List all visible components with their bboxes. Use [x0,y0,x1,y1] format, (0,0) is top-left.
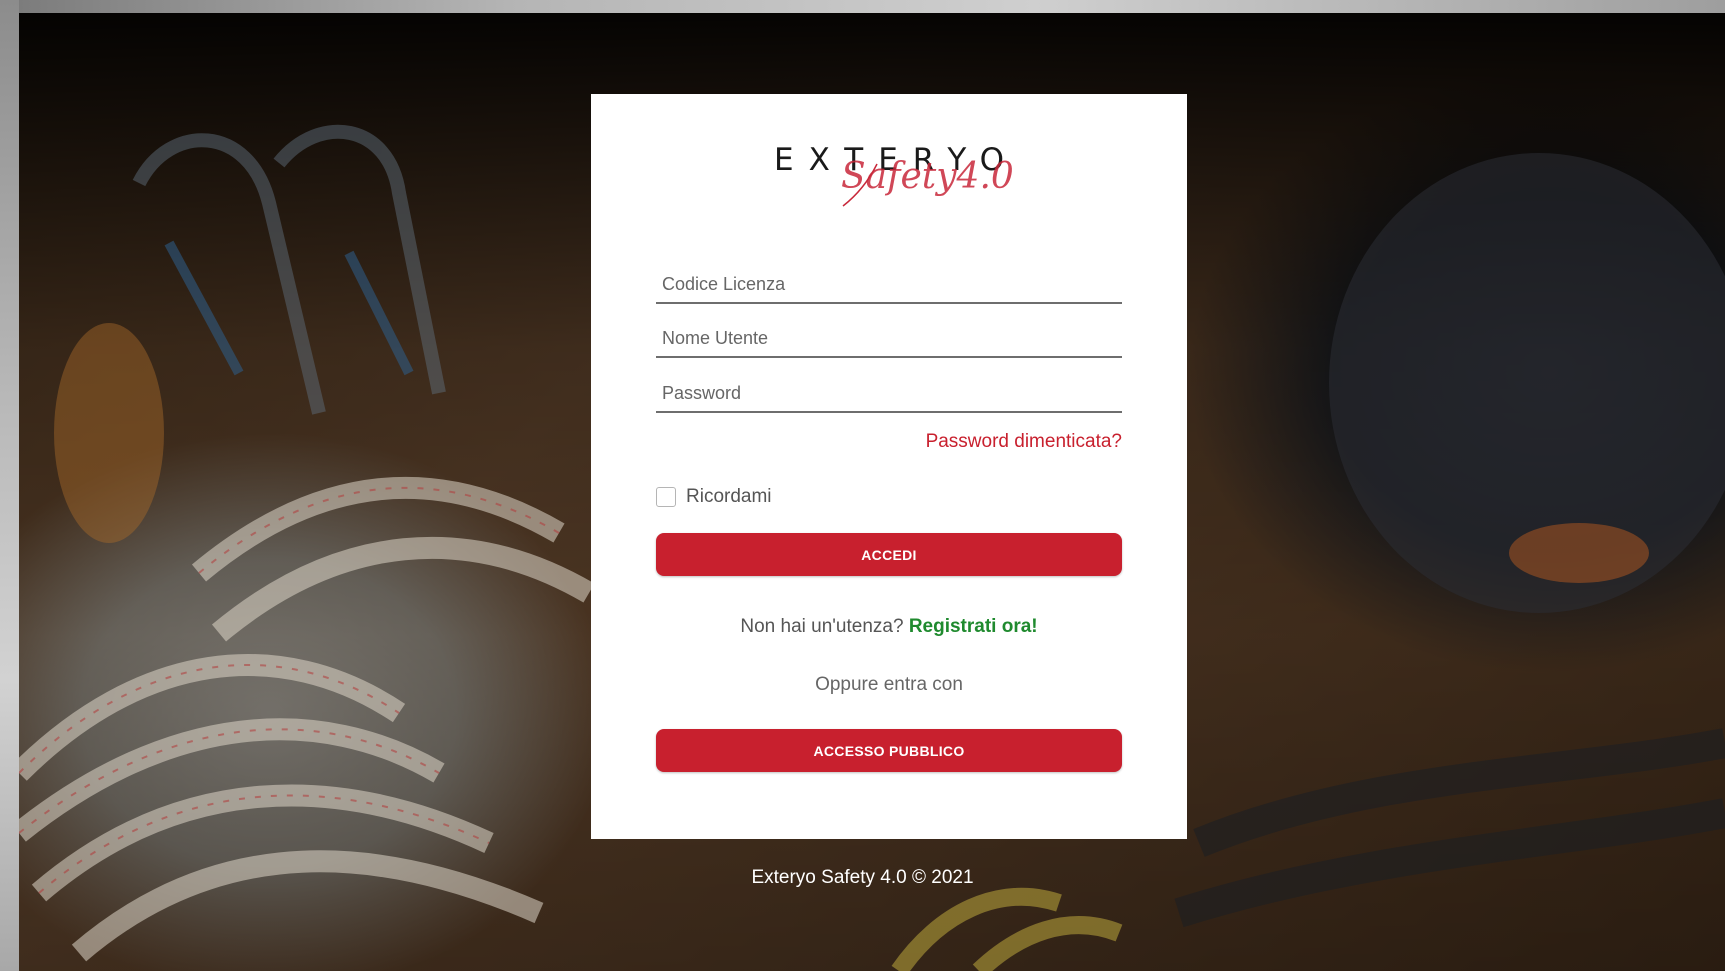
window-edge-top [0,0,1725,13]
no-account-text: Non hai un'utenza? [740,616,904,637]
remember-me-label: Ricordami [686,486,772,507]
register-prompt: Non hai un'utenza? Registrati ora! [591,616,1187,638]
login-card: EXTERYO Safety4.0 Password dimenticata? … [591,94,1187,839]
login-button[interactable]: ACCEDI [656,533,1122,576]
register-link[interactable]: Registrati ora! [909,616,1038,637]
screen: EXTERYO Safety4.0 Password dimenticata? … [0,0,1725,971]
public-access-button[interactable]: ACCESSO PUBBLICO [656,729,1122,772]
remember-me-control[interactable]: Ricordami [656,486,772,508]
exteryo-logo: EXTERYO Safety4.0 [591,142,1187,232]
password-input[interactable] [656,375,1122,413]
username-input[interactable] [656,320,1122,358]
license-code-input[interactable] [656,266,1122,304]
logo-swash-icon [842,163,878,207]
forgot-password-link[interactable]: Password dimenticata? [926,431,1122,453]
remember-me-checkbox[interactable] [656,487,676,507]
alternative-login-text: Oppure entra con [815,674,963,695]
footer-copyright: Exteryo Safety 4.0 © 2021 [751,867,974,888]
window-edge-left [0,0,19,971]
